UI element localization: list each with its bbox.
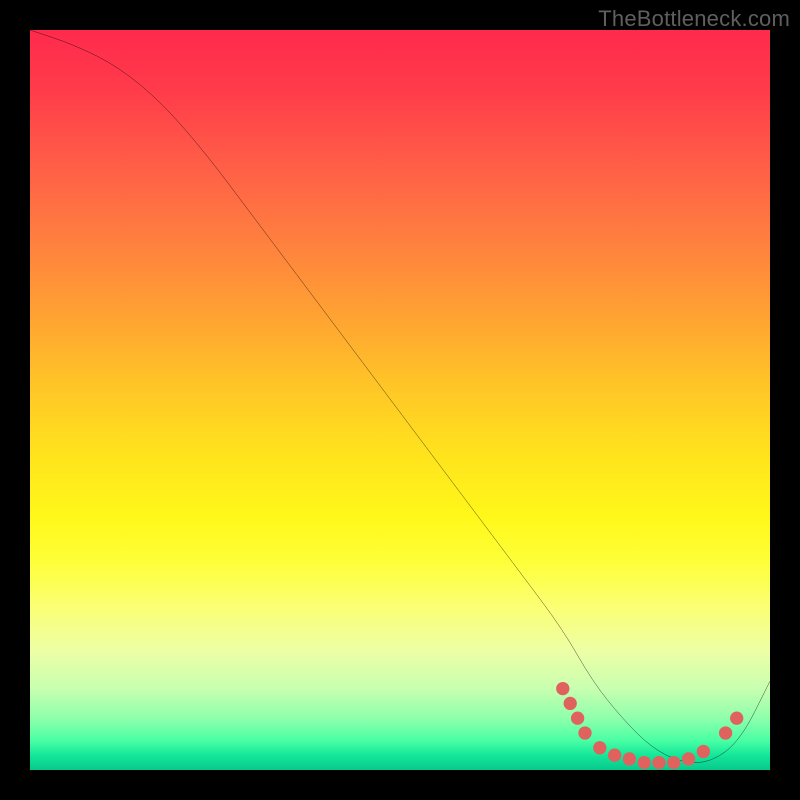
bottleneck-curve — [30, 30, 770, 763]
watermark-text: TheBottleneck.com — [598, 6, 790, 32]
curve-layer — [30, 30, 770, 770]
marker-dot — [571, 712, 584, 725]
marker-dot — [719, 726, 732, 739]
marker-dot — [652, 756, 665, 769]
marker-dot — [682, 752, 695, 765]
marker-dot — [608, 749, 621, 762]
marker-dot — [730, 712, 743, 725]
marker-dot — [697, 745, 710, 758]
marker-group — [556, 682, 743, 769]
gradient-plot-area — [30, 30, 770, 770]
marker-dot — [578, 726, 591, 739]
marker-dot — [667, 756, 680, 769]
marker-dot — [638, 756, 651, 769]
chart-frame: TheBottleneck.com — [0, 0, 800, 800]
marker-dot — [564, 697, 577, 710]
marker-dot — [556, 682, 569, 695]
marker-dot — [623, 752, 636, 765]
marker-dot — [593, 741, 606, 754]
